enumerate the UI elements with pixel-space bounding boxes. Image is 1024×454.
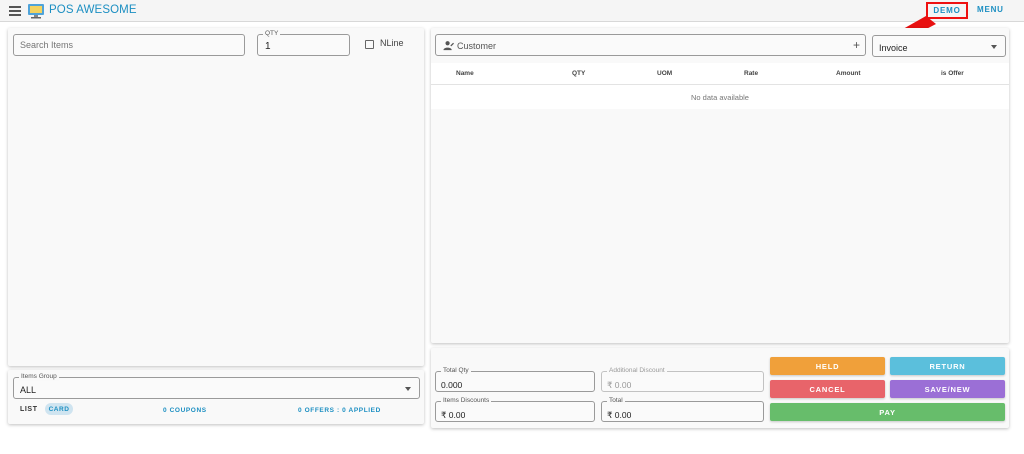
app-title: POS AWESOME: [49, 4, 137, 16]
column-header-uom[interactable]: UOM: [657, 70, 672, 77]
menu-button[interactable]: MENU: [977, 5, 1004, 14]
invoice-items-table: Name QTY UOM Rate Amount is Offer No dat…: [431, 63, 1009, 109]
search-items-text[interactable]: [14, 35, 244, 55]
items-panel: QTY 1 NLine: [8, 28, 424, 366]
column-header-rate[interactable]: Rate: [744, 70, 758, 77]
account-edit-icon: [443, 41, 454, 51]
add-customer-icon[interactable]: +: [853, 39, 860, 51]
additional-discount-value[interactable]: ₹ 0.00: [607, 380, 631, 391]
total-field: Total ₹ 0.00: [601, 397, 764, 422]
chevron-down-icon[interactable]: [405, 387, 411, 391]
tab-list[interactable]: LIST: [20, 406, 38, 413]
return-button[interactable]: RETURN: [890, 357, 1005, 375]
customer-label: Customer: [457, 41, 497, 51]
total-qty-label: Total Qty: [441, 367, 471, 375]
nline-checkbox[interactable]: [365, 40, 374, 49]
search-items-input[interactable]: [13, 34, 245, 56]
total-value: ₹ 0.00: [607, 410, 632, 420]
held-button[interactable]: HELD: [770, 357, 885, 375]
table-header: Name QTY UOM Rate Amount is Offer: [431, 63, 1009, 85]
column-header-amount[interactable]: Amount: [836, 70, 861, 77]
column-header-name[interactable]: Name: [456, 70, 474, 77]
totals-panel: Total Qty 0.000 Additional Discount ₹ 0.…: [431, 348, 1009, 428]
nline-label: NLine: [380, 38, 404, 48]
total-qty-field: Total Qty 0.000: [435, 367, 595, 392]
additional-discount-field[interactable]: Additional Discount ₹ 0.00: [601, 367, 764, 392]
items-group-value: ALL: [20, 385, 37, 395]
customer-select[interactable]: Customer +: [435, 34, 866, 56]
items-discounts-label: Items Discounts: [441, 397, 492, 405]
items-group-panel: Items Group ALL LIST CARD 0 COUPONS 0 OF…: [8, 370, 424, 424]
invoice-type-select[interactable]: Invoice: [872, 35, 1006, 57]
invoice-panel: Customer + Invoice Name QTY UOM Rate Amo…: [431, 28, 1009, 343]
offers-button[interactable]: 0 OFFERS : 0 APPLIED: [298, 407, 381, 414]
qty-field[interactable]: QTY 1: [257, 30, 350, 56]
total-label: Total: [607, 397, 625, 405]
qty-value[interactable]: 1: [265, 41, 271, 52]
save-new-button[interactable]: SAVE/NEW: [890, 380, 1005, 398]
pay-button[interactable]: PAY: [770, 403, 1005, 421]
pos-logo-icon: [28, 4, 44, 19]
items-discounts-field: Items Discounts ₹ 0.00: [435, 397, 595, 422]
column-header-qty[interactable]: QTY: [572, 70, 585, 77]
hamburger-menu-icon[interactable]: [9, 6, 21, 16]
additional-discount-label: Additional Discount: [607, 367, 667, 375]
total-qty-value: 0.000: [441, 380, 463, 390]
table-body: No data available: [431, 85, 1009, 109]
no-data-message: No data available: [691, 93, 749, 102]
column-header-is-offer[interactable]: is Offer: [941, 70, 964, 77]
items-discounts-value: ₹ 0.00: [441, 410, 466, 420]
items-group-label: Items Group: [19, 373, 59, 381]
tab-card[interactable]: CARD: [45, 403, 73, 415]
items-group-select[interactable]: Items Group ALL: [13, 373, 420, 399]
invoice-type-value: Invoice: [879, 43, 908, 53]
chevron-down-icon[interactable]: [991, 45, 997, 49]
qty-label: QTY: [263, 30, 281, 38]
cancel-button[interactable]: CANCEL: [770, 380, 885, 398]
coupons-button[interactable]: 0 COUPONS: [163, 407, 207, 414]
